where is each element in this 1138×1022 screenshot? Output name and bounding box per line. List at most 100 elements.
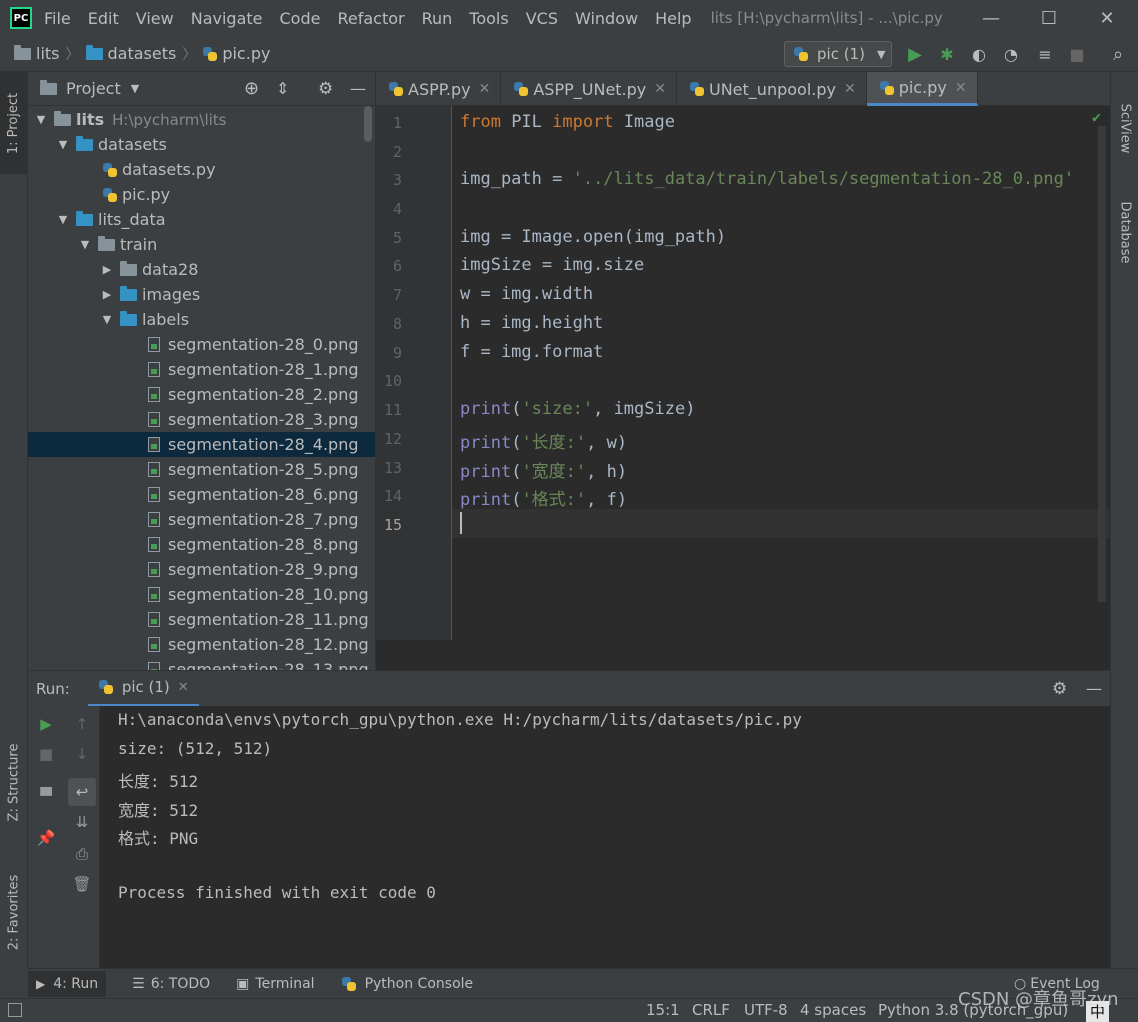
tree-item-png[interactable]: segmentation-28_10.png: [28, 582, 375, 607]
tool-todo[interactable]: ☰ 6: TODO: [132, 976, 210, 992]
tree-item-png[interactable]: segmentation-28_5.png: [28, 457, 375, 482]
tree-item-png[interactable]: segmentation-28_7.png: [28, 507, 375, 532]
pin-tab-icon[interactable]: 📌: [34, 826, 58, 850]
hide-panel-icon[interactable]: —: [1086, 679, 1102, 698]
tree-item-png[interactable]: segmentation-28_13.png: [28, 657, 375, 670]
tab-structure[interactable]: Z: Structure: [0, 722, 28, 842]
scroll-to-end-icon[interactable]: ⇊: [70, 810, 94, 834]
tree-item-png-selected[interactable]: segmentation-28_4.png: [28, 432, 375, 457]
tree-item-png[interactable]: segmentation-28_1.png: [28, 357, 375, 382]
expanded-arrow-icon[interactable]: ▼: [56, 213, 70, 226]
editor-tab-aspp[interactable]: ASPP.py ✕: [376, 72, 502, 106]
status-line-separator[interactable]: CRLF: [692, 1001, 730, 1019]
tree-item-train[interactable]: ▼ train: [28, 232, 375, 257]
restore-layout-icon[interactable]: ▀: [34, 784, 58, 808]
tree-item-png[interactable]: segmentation-28_6.png: [28, 482, 375, 507]
editor-scrollbar[interactable]: [1098, 126, 1106, 602]
tree-item-lits-data[interactable]: ▼ lits_data: [28, 207, 375, 232]
menu-help[interactable]: Help: [655, 9, 691, 28]
tree-item-png[interactable]: segmentation-28_0.png: [28, 332, 375, 357]
tree-root-lits[interactable]: ▼ lits H:\pycharm\lits: [28, 107, 375, 132]
tree-item-labels[interactable]: ▼ labels: [28, 307, 375, 332]
expanded-arrow-icon[interactable]: ▼: [34, 113, 48, 126]
menu-refactor[interactable]: Refactor: [337, 9, 404, 28]
tree-item-png[interactable]: segmentation-28_8.png: [28, 532, 375, 557]
tree-item-png[interactable]: segmentation-28_12.png: [28, 632, 375, 657]
editor-tab-unet-unpool[interactable]: UNet_unpool.py ✕: [677, 72, 867, 106]
tree-item-pic-py[interactable]: pic.py: [28, 182, 375, 207]
chevron-down-icon[interactable]: ▼: [131, 82, 139, 95]
maximize-button[interactable]: ☐: [1020, 0, 1078, 36]
tree-item-images[interactable]: ▶ images: [28, 282, 375, 307]
breadcrumb-pic-py[interactable]: pic.py: [202, 44, 270, 63]
tab-database[interactable]: Database: [1111, 182, 1138, 282]
close-tab-icon[interactable]: ✕: [178, 680, 189, 695]
close-window-button[interactable]: ✕: [1078, 0, 1136, 36]
console-output[interactable]: H:\anaconda\envs\pytorch_gpu\python.exe …: [100, 706, 1110, 968]
locate-icon[interactable]: ⊕: [244, 78, 259, 99]
editor-tab-aspp-unet[interactable]: ASPP_UNet.py ✕: [501, 72, 677, 106]
menu-navigate[interactable]: Navigate: [191, 9, 263, 28]
collapse-all-icon[interactable]: ⇕: [276, 79, 289, 98]
scroll-down-icon[interactable]: ↓: [70, 742, 94, 766]
search-icon[interactable]: ⌕: [1108, 44, 1128, 65]
run-icon[interactable]: ▶: [905, 44, 925, 65]
clear-all-icon[interactable]: 🗑: [70, 872, 94, 896]
gear-icon[interactable]: ⚙: [318, 79, 333, 99]
collapsed-arrow-icon[interactable]: ▶: [100, 263, 114, 276]
soft-wrap-icon[interactable]: ↩: [68, 778, 96, 806]
tool-terminal[interactable]: ▣ Terminal: [236, 976, 314, 992]
stop-icon[interactable]: ■: [34, 742, 58, 766]
expanded-arrow-icon[interactable]: ▼: [100, 313, 114, 326]
run-configuration-selector[interactable]: pic (1) ▼: [784, 41, 892, 67]
close-tab-icon[interactable]: ✕: [955, 80, 967, 96]
debug-bug-icon[interactable]: ✱: [937, 44, 957, 64]
concurrency-icon[interactable]: ≡: [1035, 44, 1055, 64]
tree-item-datasets[interactable]: ▼ datasets: [28, 132, 375, 157]
tree-item-png[interactable]: segmentation-28_9.png: [28, 557, 375, 582]
tree-item-png[interactable]: segmentation-28_3.png: [28, 407, 375, 432]
breadcrumb-datasets[interactable]: datasets: [85, 44, 176, 63]
toggle-tool-windows-icon[interactable]: [8, 1003, 22, 1017]
scroll-up-icon[interactable]: ↑: [70, 712, 94, 736]
stop-icon[interactable]: ■: [1067, 44, 1087, 64]
status-caret-position[interactable]: 15:1: [646, 1001, 680, 1019]
close-tab-icon[interactable]: ✕: [479, 81, 491, 97]
run-tab-pic[interactable]: pic (1) ✕: [87, 671, 199, 707]
minimize-button[interactable]: —: [962, 0, 1020, 36]
editor-tab-pic[interactable]: pic.py ✕: [866, 72, 978, 106]
tab-project[interactable]: 1: Project: [0, 72, 28, 174]
menu-file[interactable]: File: [44, 9, 71, 28]
coverage-icon[interactable]: ◐: [969, 44, 989, 64]
menu-code[interactable]: Code: [280, 9, 321, 28]
status-indent[interactable]: 4 spaces: [800, 1001, 866, 1019]
profile-icon[interactable]: ◔: [1001, 44, 1021, 64]
tab-sciview[interactable]: SciView: [1111, 88, 1138, 168]
status-encoding[interactable]: UTF-8: [744, 1001, 788, 1019]
inspection-ok-check-icon[interactable]: ✔: [1092, 108, 1101, 126]
tree-item-data28[interactable]: ▶ data28: [28, 257, 375, 282]
close-tab-icon[interactable]: ✕: [654, 81, 666, 97]
menu-window[interactable]: Window: [575, 9, 638, 28]
collapsed-arrow-icon[interactable]: ▶: [100, 288, 114, 301]
expanded-arrow-icon[interactable]: ▼: [56, 138, 70, 151]
close-tab-icon[interactable]: ✕: [844, 81, 856, 97]
menu-vcs[interactable]: VCS: [526, 9, 558, 28]
menu-view[interactable]: View: [136, 9, 174, 28]
expanded-arrow-icon[interactable]: ▼: [78, 238, 92, 251]
hide-icon[interactable]: —: [350, 79, 366, 98]
tree-item-png[interactable]: segmentation-28_11.png: [28, 607, 375, 632]
tree-item-datasets-py[interactable]: datasets.py: [28, 157, 375, 182]
print-icon[interactable]: ⎙: [70, 842, 94, 866]
menu-run[interactable]: Run: [422, 9, 453, 28]
project-view-selector[interactable]: Project: [66, 79, 121, 98]
tool-run[interactable]: ▶ 4: Run: [28, 970, 107, 997]
gear-icon[interactable]: ⚙: [1052, 679, 1067, 699]
menu-edit[interactable]: Edit: [88, 9, 119, 28]
tool-python-console[interactable]: Python Console: [341, 976, 473, 992]
rerun-icon[interactable]: ▶: [34, 712, 58, 736]
breadcrumb-lits[interactable]: lits: [14, 44, 60, 63]
tree-item-png[interactable]: segmentation-28_2.png: [28, 382, 375, 407]
tab-favorites[interactable]: 2: Favorites: [0, 852, 28, 972]
menu-tools[interactable]: Tools: [469, 9, 508, 28]
